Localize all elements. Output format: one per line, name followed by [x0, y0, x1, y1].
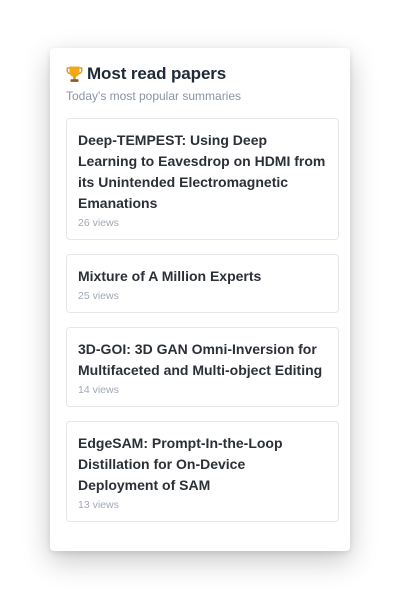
paper-title[interactable]: Deep-TEMPEST: Using Deep Learning to Eav… [78, 130, 328, 214]
trophy-icon [66, 65, 83, 83]
panel-header: Most read papers [66, 62, 339, 86]
paper-card[interactable]: Deep-TEMPEST: Using Deep Learning to Eav… [66, 118, 339, 240]
paper-title[interactable]: Mixture of A Million Experts [78, 266, 328, 287]
paper-card[interactable]: 3D-GOI: 3D GAN Omni-Inversion for Multif… [66, 327, 339, 407]
most-read-papers-panel: Most read papers Today's most popular su… [50, 48, 350, 551]
paper-views: 25 views [78, 290, 119, 302]
panel-subtitle: Today's most popular summaries [66, 89, 242, 103]
paper-card[interactable]: Mixture of A Million Experts 25 views [66, 254, 339, 313]
paper-views: 26 views [78, 217, 119, 229]
paper-views: 13 views [78, 499, 119, 511]
paper-title[interactable]: EdgeSAM: Prompt-In-the-Loop Distillation… [78, 433, 328, 496]
papers-list: Deep-TEMPEST: Using Deep Learning to Eav… [66, 118, 339, 522]
panel-title: Most read papers [87, 64, 227, 83]
paper-views: 14 views [78, 384, 119, 396]
paper-title[interactable]: 3D-GOI: 3D GAN Omni-Inversion for Multif… [78, 339, 328, 381]
paper-card[interactable]: EdgeSAM: Prompt-In-the-Loop Distillation… [66, 421, 339, 522]
